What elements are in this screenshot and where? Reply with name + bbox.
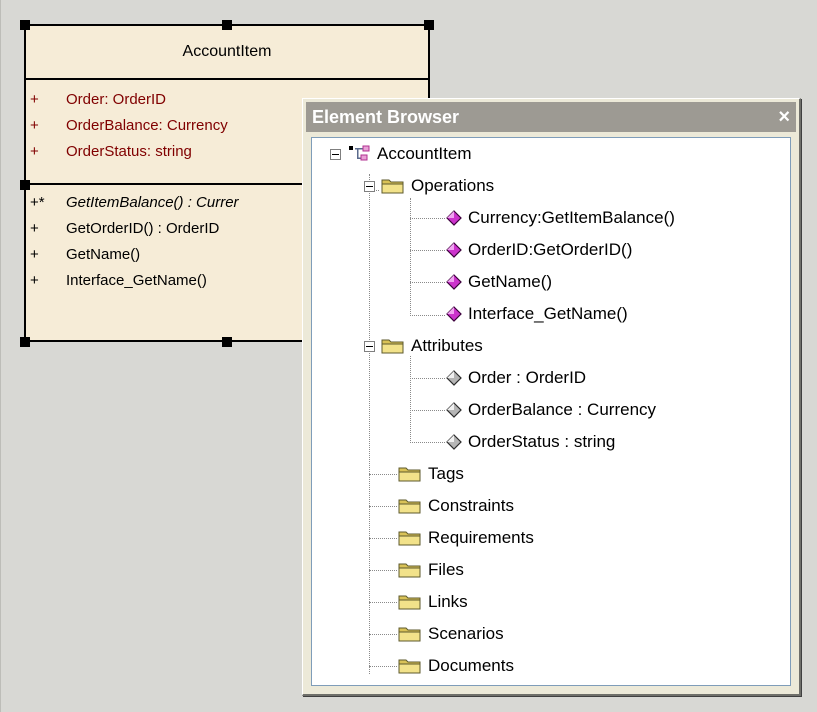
attribute-icon: [446, 402, 462, 418]
close-icon[interactable]: ×: [778, 107, 790, 127]
visibility-marker: +: [30, 142, 39, 160]
visibility-marker: +: [30, 245, 39, 263]
resize-handle-top-middle[interactable]: [222, 20, 232, 30]
tree-node-operation[interactable]: Interface_GetName(): [446, 298, 628, 330]
folder-icon: [398, 625, 422, 643]
operation-icon: [446, 242, 462, 258]
tree-connector: [369, 506, 397, 507]
tree-node-folder[interactable]: Links: [398, 586, 468, 618]
visibility-marker: +: [30, 116, 39, 134]
folder-icon: [398, 497, 422, 515]
operation-icon: [446, 274, 462, 290]
tree-node-root[interactable]: AccountItem: [330, 138, 472, 170]
tree-node-folder[interactable]: Constraints: [398, 490, 514, 522]
tree-connector: [410, 282, 445, 283]
operation-text: GetOrderID() : OrderID: [66, 219, 220, 237]
collapse-toggle[interactable]: [330, 148, 341, 160]
window-title: Element Browser: [312, 106, 460, 127]
node-label: Scenarios: [428, 624, 504, 643]
window-title-bar[interactable]: Element Browser ×: [306, 102, 796, 132]
node-label: OrderBalance : Currency: [468, 400, 657, 419]
tree-node-folder[interactable]: Requirements: [398, 522, 534, 554]
node-label: Requirements: [428, 528, 534, 547]
class-icon: [347, 144, 371, 164]
node-label: Currency:GetItemBalance(): [468, 208, 675, 227]
tree-node-folder[interactable]: Scenarios: [398, 618, 504, 650]
tree-node-attribute[interactable]: OrderBalance : Currency: [446, 394, 656, 426]
tree-connector: [369, 602, 397, 603]
node-label: Tags: [428, 464, 464, 483]
tree-node-folder[interactable]: Files: [398, 554, 464, 586]
resize-handle-bottom-left[interactable]: [20, 337, 30, 347]
tree-connector: [410, 442, 445, 443]
operation-icon: [446, 210, 462, 226]
attribute-text: OrderBalance: Currency: [66, 116, 228, 134]
tree-node-attributes[interactable]: Attributes: [364, 330, 483, 362]
folder-icon: [398, 529, 422, 547]
resize-handle-middle-left[interactable]: [20, 180, 30, 190]
folder-icon: [381, 337, 405, 355]
visibility-marker: +: [30, 90, 39, 108]
tree-connector: [369, 174, 370, 674]
tree-connector: [410, 315, 445, 316]
tree-node-operation[interactable]: GetName(): [446, 266, 552, 298]
visibility-marker: +: [30, 219, 39, 237]
class-name-compartment: AccountItem: [26, 26, 428, 80]
folder-icon: [398, 593, 422, 611]
folder-icon: [398, 657, 422, 675]
tree-connector: [410, 198, 411, 316]
tree-node-attribute[interactable]: OrderStatus : string: [446, 426, 615, 458]
tree-node-operation[interactable]: OrderID:GetOrderID(): [446, 234, 632, 266]
visibility-marker: +: [30, 271, 39, 289]
node-label: Order : OrderID: [468, 368, 587, 387]
node-label: Documents: [428, 656, 514, 675]
folder-icon: [398, 465, 422, 483]
resize-handle-bottom-middle[interactable]: [222, 337, 232, 347]
node-label: Attributes: [411, 336, 483, 355]
attribute-text: OrderStatus: string: [66, 142, 192, 160]
folder-icon: [398, 561, 422, 579]
attribute-icon: [446, 370, 462, 386]
node-label: AccountItem: [377, 144, 472, 163]
collapse-toggle[interactable]: [364, 180, 375, 192]
tree-connector: [410, 356, 411, 443]
visibility-marker: +*: [30, 193, 45, 211]
tree-connector: [369, 570, 397, 571]
tree-connector: [369, 538, 397, 539]
node-label: Interface_GetName(): [468, 304, 628, 323]
collapse-toggle[interactable]: [364, 340, 375, 352]
tree-connector: [410, 410, 445, 411]
attribute-icon: [446, 434, 462, 450]
operation-text: GetName(): [66, 245, 141, 263]
operation-icon: [446, 306, 462, 322]
tree-connector: [369, 634, 397, 635]
resize-handle-top-right[interactable]: [424, 20, 434, 30]
node-label: GetName(): [468, 272, 553, 291]
tree-node-attribute[interactable]: Order : OrderID: [446, 362, 586, 394]
attribute-text: Order: OrderID: [66, 90, 167, 108]
folder-icon: [381, 177, 405, 195]
tree-connector: [369, 474, 397, 475]
tree-node-operation[interactable]: Currency:GetItemBalance(): [446, 202, 675, 234]
node-label: Operations: [411, 176, 495, 195]
tree-node-operations[interactable]: Operations: [364, 170, 494, 202]
tree-connector: [410, 250, 445, 251]
tree-node-folder[interactable]: Documents: [398, 650, 514, 682]
node-label: OrderID:GetOrderID(): [468, 240, 633, 259]
operation-text: GetItemBalance() : Currer: [66, 193, 239, 211]
node-label: Constraints: [428, 496, 514, 515]
tree-node-folder[interactable]: Tags: [398, 458, 464, 490]
element-tree[interactable]: AccountItem Operations Currency:GetItemB…: [311, 137, 791, 686]
node-label: OrderStatus : string: [468, 432, 616, 451]
resize-handle-top-left[interactable]: [20, 20, 30, 30]
tree-connector: [369, 666, 397, 667]
operation-text: Interface_GetName(): [66, 271, 207, 289]
element-browser-window[interactable]: Element Browser × AccountItem Operations…: [302, 98, 801, 696]
class-name: AccountItem: [182, 43, 272, 60]
tree-connector: [410, 378, 445, 379]
node-label: Links: [428, 592, 468, 611]
tree-connector: [410, 218, 445, 219]
node-label: Files: [428, 560, 464, 579]
